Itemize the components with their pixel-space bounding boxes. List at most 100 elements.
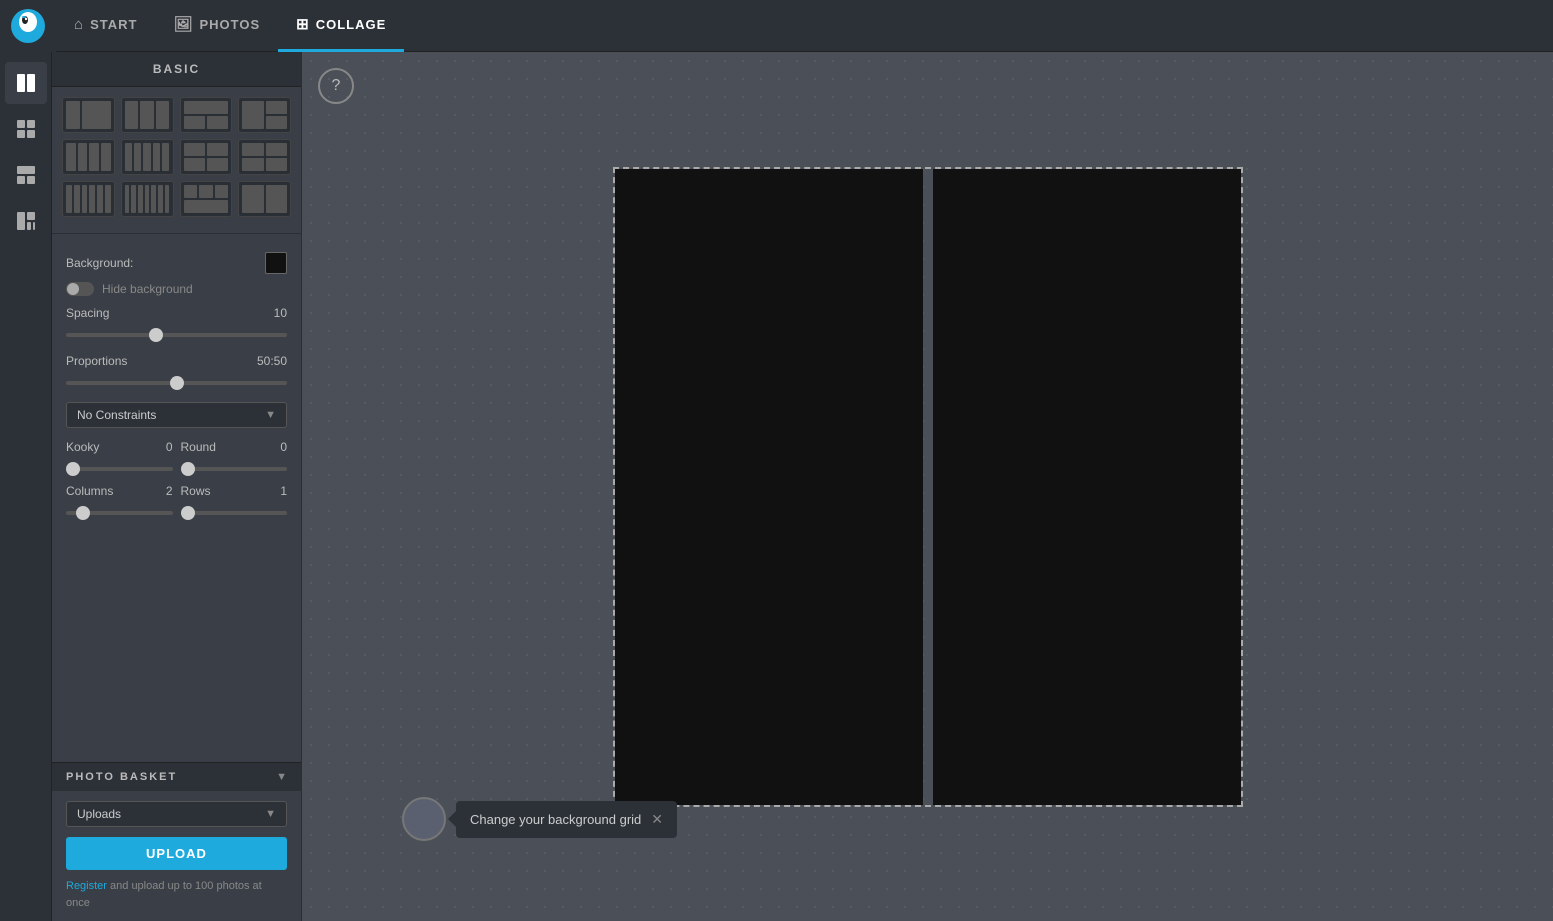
rows-header: Rows 1 — [181, 484, 288, 498]
nav-photos[interactable]: 🖼 PHOTOS — [155, 0, 278, 52]
thumb-col — [125, 101, 139, 129]
rows-label: Rows — [181, 484, 211, 498]
thumb-col — [242, 143, 263, 156]
thumb-col — [266, 143, 287, 156]
panel-header: BASIC — [52, 52, 301, 87]
columns-value: 2 — [166, 484, 173, 498]
thumb-col — [242, 185, 263, 213]
collage-canvas — [613, 167, 1243, 807]
thumb-col — [207, 143, 228, 156]
uploads-label: Uploads — [77, 807, 121, 821]
thumb-3[interactable] — [180, 97, 233, 133]
nav-collage-label: COLLAGE — [316, 17, 387, 32]
hide-background-toggle[interactable] — [66, 282, 94, 296]
constraint-dropdown[interactable]: No Constraints ▼ — [66, 402, 287, 428]
thumb-col — [101, 143, 111, 171]
thumb-col — [266, 116, 287, 129]
thumb-col — [138, 185, 143, 213]
round-slider[interactable] — [181, 467, 288, 471]
thumb-col — [207, 158, 228, 171]
notification-close[interactable]: ✕ — [651, 811, 663, 828]
proportions-value: 50:50 — [257, 354, 287, 368]
photos-icon: 🖼 — [173, 15, 193, 33]
thumb-6[interactable] — [121, 139, 174, 175]
nav-start[interactable]: ⌂ START — [56, 0, 155, 52]
main-layout: BASIC — [0, 52, 1553, 921]
thumb-col — [143, 143, 150, 171]
background-label: Background: — [66, 256, 265, 270]
constraint-arrow: ▼ — [265, 409, 276, 421]
thumb-col — [89, 185, 95, 213]
icon-bar-grid[interactable] — [5, 108, 47, 150]
columns-header: Columns 2 — [66, 484, 173, 498]
thumb-col — [266, 158, 287, 171]
kooky-header: Kooky 0 — [66, 440, 173, 454]
thumb-col — [105, 185, 111, 213]
thumb-4[interactable] — [238, 97, 291, 133]
thumb-5[interactable] — [62, 139, 115, 175]
thumb-col — [89, 143, 99, 171]
notification-message: Change your background grid — [470, 812, 641, 827]
thumb-col — [184, 185, 198, 198]
hide-background-row: Hide background — [66, 282, 287, 296]
photo-basket: PHOTO BASKET ▼ Uploads ▼ UPLOAD Register… — [52, 762, 301, 921]
thumb-col — [184, 116, 205, 129]
thumb-col — [140, 101, 154, 129]
uploads-dropdown[interactable]: Uploads ▼ — [66, 801, 287, 827]
thumb-2[interactable] — [121, 97, 174, 133]
kooky-slider[interactable] — [66, 467, 173, 471]
thumb-col — [145, 185, 150, 213]
background-color-swatch[interactable] — [265, 252, 287, 274]
spacing-value: 10 — [274, 306, 287, 320]
left-panel: BASIC — [52, 52, 302, 921]
thumb-8[interactable] — [238, 139, 291, 175]
icon-bar-funky[interactable] — [5, 200, 47, 242]
thumb-col — [125, 143, 132, 171]
rows-slider[interactable] — [181, 511, 288, 515]
columns-slider[interactable] — [66, 511, 173, 515]
icon-bar-panels[interactable] — [5, 154, 47, 196]
thumb-11[interactable] — [180, 181, 233, 217]
spacing-slider[interactable] — [66, 333, 287, 337]
upload-button[interactable]: UPLOAD — [66, 837, 287, 870]
thumb-col — [82, 101, 111, 129]
canvas-panel-right — [933, 169, 1241, 805]
columns-param: Columns 2 — [66, 484, 173, 520]
thumb-col — [162, 143, 169, 171]
thumb-col — [125, 185, 130, 213]
thumb-10[interactable] — [121, 181, 174, 217]
thumb-col — [242, 101, 263, 129]
icon-bar — [0, 52, 52, 921]
thumb-7[interactable] — [180, 139, 233, 175]
notification-circle — [402, 797, 446, 841]
thumb-9[interactable] — [62, 181, 115, 217]
thumb-col — [151, 185, 156, 213]
register-link[interactable]: Register — [66, 880, 107, 892]
proportions-row: Proportions 50:50 — [66, 354, 287, 368]
spacing-label: Spacing — [66, 306, 109, 320]
collage-icon: ⊞ — [296, 15, 310, 33]
round-label: Round — [181, 440, 216, 454]
proportions-label: Proportions — [66, 354, 127, 368]
thumb-1[interactable] — [62, 97, 115, 133]
thumb-col — [266, 185, 287, 213]
thumb-col — [82, 185, 88, 213]
proportions-slider[interactable] — [66, 381, 287, 385]
nav-photos-label: PHOTOS — [199, 17, 260, 32]
icon-bar-layout[interactable] — [5, 62, 47, 104]
nav-start-label: START — [90, 17, 137, 32]
thumb-col — [184, 101, 229, 114]
thumb-col — [184, 200, 229, 213]
nav-collage[interactable]: ⊞ COLLAGE — [278, 0, 404, 52]
notification: Change your background grid ✕ — [402, 797, 677, 841]
thumb-col — [153, 143, 160, 171]
divider — [52, 233, 301, 234]
thumb-col — [66, 185, 72, 213]
canvas-panel-left — [615, 169, 923, 805]
hide-background-label: Hide background — [102, 282, 193, 296]
basket-header[interactable]: PHOTO BASKET ▼ — [52, 763, 301, 791]
thumb-12[interactable] — [238, 181, 291, 217]
background-row: Background: — [66, 252, 287, 274]
thumb-col — [158, 185, 163, 213]
help-button[interactable]: ? — [318, 68, 354, 104]
